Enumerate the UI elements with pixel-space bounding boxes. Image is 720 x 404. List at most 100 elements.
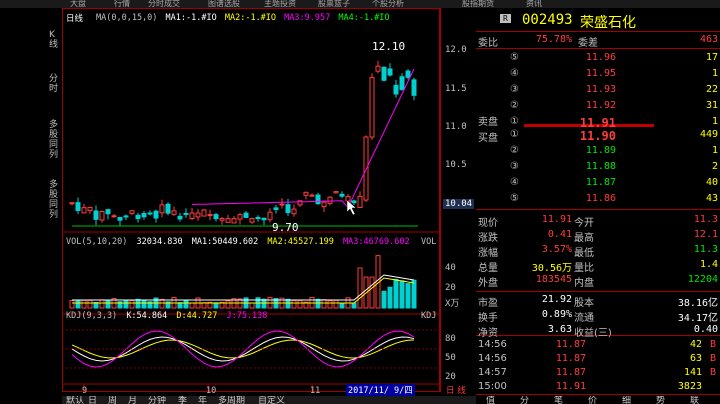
left-vertical-tabs: K线 分时 多股同列 多股同列: [48, 8, 63, 392]
ask-level: ②: [510, 100, 519, 111]
volume-bar: [183, 299, 189, 309]
stock-name: 荣盛石化: [580, 15, 636, 31]
period-tab-custom[interactable]: 自定义: [258, 396, 285, 404]
panel-tab[interactable]: 分: [520, 396, 529, 404]
tick-price: 11.87: [555, 367, 586, 378]
volume-bar: [393, 278, 399, 309]
left-tab-multi-stock-2[interactable]: 多股同列: [49, 180, 61, 220]
bid-row[interactable]: ① 11.90 449: [476, 129, 720, 143]
left-tab-multi-stock[interactable]: 多股同列: [49, 120, 61, 160]
ask-row[interactable]: ⑤ 11.96 17: [476, 52, 720, 65]
period-tab-day[interactable]: 日: [88, 396, 97, 404]
tab-quotes[interactable]: 行情: [114, 0, 130, 8]
tick-volume: 141: [683, 367, 702, 378]
volume-bar: [399, 280, 405, 309]
tick-row[interactable]: 14:56 11.87 63 B: [476, 353, 720, 366]
candle-body: [159, 204, 165, 214]
tick-price: 11.87: [555, 353, 586, 364]
left-tab-intraday[interactable]: 分时: [49, 74, 61, 94]
volume-bar: [369, 276, 375, 309]
bid-row[interactable]: ② 11.89 1: [476, 145, 720, 158]
tick-price: 11.87: [555, 339, 586, 350]
stat-label: 股本: [574, 298, 594, 309]
bid-volume: 449: [699, 129, 718, 140]
volume-bar: [285, 298, 291, 309]
candle-body: [189, 212, 195, 219]
period-tab-quarter[interactable]: 季: [178, 396, 187, 404]
divider: [476, 291, 720, 292]
candle-body: [231, 218, 237, 224]
tick-row[interactable]: 15:00 11.91 3823: [476, 381, 720, 394]
tab-stock-analysis[interactable]: 个股分析: [372, 0, 404, 8]
period-tab-month[interactable]: 月: [128, 396, 137, 404]
tab-theme-invest[interactable]: 主题投资: [264, 0, 296, 8]
candle-body: [309, 194, 315, 197]
ask-volume: 1: [711, 116, 718, 127]
ask-price: 11.96: [585, 52, 616, 63]
stat-label: 涨幅: [478, 248, 498, 259]
kline-chart[interactable]: [62, 8, 440, 392]
period-tab-week[interactable]: 周: [108, 396, 117, 404]
stat-row: 涨幅 3.57% 最低 11.3: [476, 244, 720, 259]
candle-body: [171, 210, 177, 215]
candle-body: [207, 214, 213, 217]
divider: [476, 394, 720, 395]
period-tab-minute[interactable]: 分钟: [148, 396, 166, 404]
tab-chart-screener[interactable]: 图谱选股: [208, 0, 240, 8]
tick-volume: 42: [689, 339, 702, 350]
candle-body: [99, 211, 105, 221]
candle-body: [93, 210, 99, 220]
tab-intraday-trades[interactable]: 分时成交: [148, 0, 180, 8]
panel-tab[interactable]: 价: [588, 396, 597, 404]
bid-row[interactable]: ⑤ 11.86 43: [476, 193, 720, 206]
ask-row[interactable]: ④ 11.95 1: [476, 68, 720, 81]
panel-tab[interactable]: 联: [690, 396, 699, 404]
period-tab-default[interactable]: 默认: [66, 396, 84, 404]
period-tab-year[interactable]: 年: [198, 396, 207, 404]
ask-row[interactable]: ② 11.92 31: [476, 100, 720, 113]
ma-legend-head: MA(0,0,15,0): [96, 13, 158, 23]
bid-row[interactable]: ④ 11.87 40: [476, 177, 720, 190]
volume-bar: [75, 300, 81, 309]
stock-code: 002493: [522, 12, 573, 28]
volume-bar: [81, 299, 87, 309]
chart-period-label[interactable]: 日线: [66, 12, 83, 24]
bid-row[interactable]: ③ 11.88 2: [476, 161, 720, 174]
candle-body: [321, 201, 327, 208]
panel-tab[interactable]: 细: [622, 396, 631, 404]
stat-value: 30.56万: [531, 263, 572, 274]
panel-tab[interactable]: 值: [486, 396, 495, 404]
left-tab-kline[interactable]: K线: [49, 30, 61, 50]
volume-bar: [159, 298, 165, 309]
candle-body: [255, 216, 261, 220]
volume-bar: [351, 302, 357, 309]
candle-body: [261, 217, 267, 221]
ask-row[interactable]: ③ 11.93 22: [476, 84, 720, 97]
candle-body: [243, 212, 249, 218]
tab-stock-basket[interactable]: 股票篮子: [318, 0, 350, 8]
volume-bar: [99, 299, 105, 309]
margin-badge: R: [500, 14, 511, 23]
stat-value: 0.40: [693, 324, 718, 335]
kdj-tick-50: 50: [445, 353, 456, 363]
kdj-legend-head: KDJ(9,3,3): [66, 311, 118, 321]
panel-tab[interactable]: 笔: [554, 396, 563, 404]
volume-ma2-line: [72, 277, 415, 304]
candle-body: [327, 196, 333, 204]
volume-bar: [213, 302, 219, 309]
ask-level: ①: [510, 116, 519, 127]
stat-label: 最低: [574, 248, 594, 259]
tab-news[interactable]: 资讯: [526, 0, 542, 8]
tab-index-futures[interactable]: 股指期货: [462, 0, 494, 8]
period-tab-multi[interactable]: 多周期: [218, 396, 245, 404]
panel-tab[interactable]: 势: [656, 396, 665, 404]
vol-tick-20: 20: [445, 283, 456, 293]
candle-body: [81, 207, 87, 214]
candle-body: [105, 209, 111, 215]
tick-row[interactable]: 14:56 11.87 42 B: [476, 339, 720, 352]
ask-level: ④: [510, 68, 519, 79]
ytick-11.5: 11.5: [445, 84, 467, 94]
tick-row[interactable]: 14:57 11.87 141 B: [476, 367, 720, 380]
tab-market[interactable]: 大盘: [70, 0, 86, 8]
ask-row[interactable]: ① 11.91 1: [476, 116, 720, 130]
